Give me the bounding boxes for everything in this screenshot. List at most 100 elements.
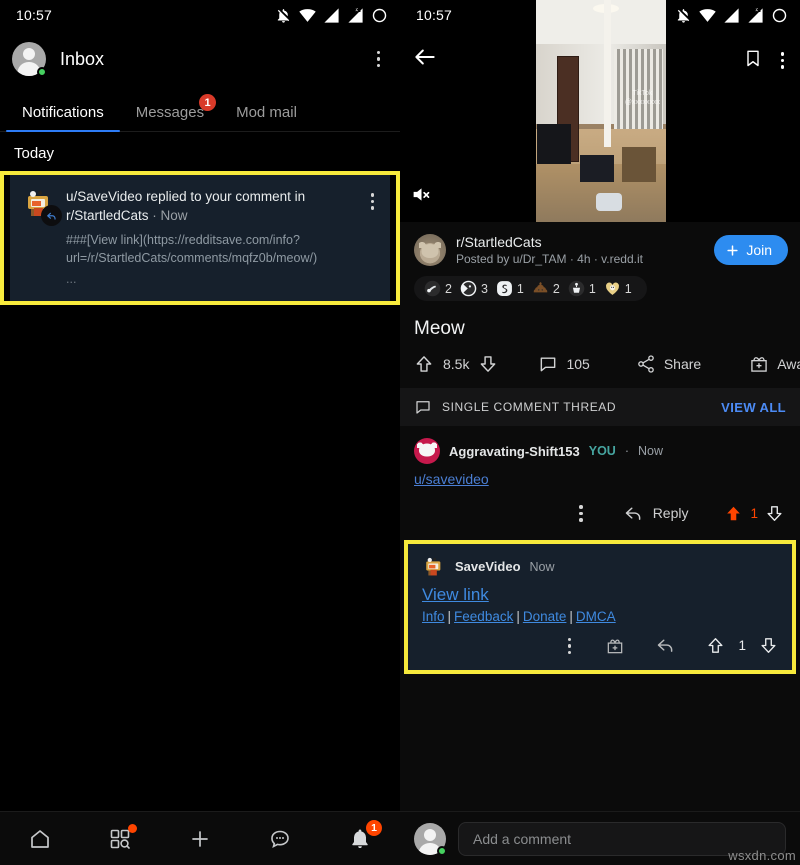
comment-bar-avatar[interactable] [414, 822, 447, 856]
discover-notification-dot [128, 823, 137, 833]
bot-reply-link-dmca[interactable]: DMCA [576, 609, 616, 624]
video-boxes [621, 146, 656, 183]
bot-reply-downvote-button[interactable] [759, 636, 778, 655]
online-status-dot [437, 845, 447, 856]
award-silver-count: 2 [445, 281, 452, 296]
post-header: r/StartledCats Posted by u/Dr_TAM · 4h ·… [400, 222, 800, 266]
user-comment-author[interactable]: Aggravating-Shift153 [449, 444, 580, 459]
inbox-header: Inbox [0, 30, 400, 88]
user-comment-text[interactable]: u/savevideo [414, 471, 489, 487]
subreddit-avatar[interactable] [414, 234, 446, 266]
link-separator-2: | [516, 608, 520, 624]
subreddit-name[interactable]: r/StartledCats [456, 234, 704, 250]
tab-notifications[interactable]: Notifications [6, 104, 120, 132]
notification-time: Now [160, 208, 188, 224]
video-staircase [613, 48, 663, 129]
bot-reply-reply-button[interactable] [655, 635, 676, 656]
award-helpful-count: 3 [480, 281, 488, 296]
kebab-icon [562, 632, 578, 661]
downvote-arrow-icon [481, 356, 496, 372]
user-comment-reply-button[interactable]: Reply [623, 503, 688, 524]
bot-reply-view-link[interactable]: View link [422, 585, 489, 605]
downvote-arrow-icon [767, 505, 782, 521]
bot-reply-award-button[interactable] [605, 636, 625, 656]
nav-notifications-button[interactable]: 1 [336, 819, 384, 859]
save-post-button[interactable] [737, 44, 769, 77]
nav-discover-button[interactable] [96, 819, 144, 859]
notification-title: u/SaveVideo replied to your comment in r… [66, 187, 355, 225]
user-comment-separator: · [624, 444, 630, 458]
bot-reply-upvote-button[interactable] [706, 636, 725, 655]
status-bar-right: 10:57 [400, 0, 800, 30]
user-comment-overflow-button[interactable] [573, 499, 589, 528]
post-overflow-menu-button[interactable] [775, 46, 791, 75]
bot-reply-link-info[interactable]: Info [422, 609, 445, 624]
user-comment-upvote-button[interactable] [724, 504, 743, 523]
signal-icon [324, 7, 339, 23]
downvote-button[interactable] [478, 354, 498, 374]
user-comment: Aggravating-Shift153 YOU · Now u/savevid… [400, 426, 800, 540]
tab-messages[interactable]: Messages 1 [120, 94, 220, 131]
status-bar: 10:57 [0, 0, 400, 30]
bot-reply-comment: SaveVideo Now View link Info | Feedback | Do… [408, 543, 792, 670]
award-bravo: 1 [568, 280, 596, 297]
bot-reply-link-donate[interactable]: Donate [523, 609, 567, 624]
award-poop-count: 2 [552, 281, 560, 296]
bot-reply-author[interactable]: SaveVideo [455, 559, 521, 574]
tab-notifications-label: Notifications [22, 104, 104, 121]
award-snek-icon [496, 281, 512, 296]
online-status-dot [37, 67, 47, 77]
notification-avatar [22, 187, 62, 226]
tiktok-watermark: TikTok @xxxxxxxx [625, 90, 660, 108]
post-share-label: Share [663, 356, 702, 372]
user-comment-downvote-button[interactable] [765, 504, 784, 523]
award-snek-count: 1 [516, 281, 524, 296]
inbox-overflow-menu-button[interactable] [371, 45, 387, 74]
upvote-arrow-filled-icon [727, 506, 741, 520]
battery-icon [372, 8, 387, 22]
tab-mod-mail[interactable]: Mod mail [220, 104, 313, 131]
nav-home-button[interactable] [16, 819, 64, 859]
bot-reply-header: SaveVideo Now [422, 555, 780, 579]
post-video-player[interactable]: TikTok @xxxxxxxx 10:57 [400, 0, 800, 222]
post-comments-button[interactable]: 105 [538, 354, 590, 374]
reply-badge [41, 205, 62, 226]
avatar[interactable] [12, 42, 47, 77]
create-post-icon [192, 830, 208, 847]
tiktok-watermark-label: TikTok [632, 90, 653, 97]
notification-overflow-menu-button[interactable] [365, 187, 381, 216]
link-separator-1: | [447, 608, 452, 624]
chat-icon [271, 830, 289, 848]
user-comment-avatar[interactable] [414, 438, 440, 464]
join-button[interactable]: Join [714, 235, 788, 265]
tab-messages-badge: 1 [199, 94, 217, 111]
kebab-icon [573, 499, 589, 528]
notifications-off-icon [277, 8, 290, 23]
awards-row[interactable]: 2 3 1 2 1 1 [414, 276, 647, 301]
post-award-button[interactable]: Award [749, 354, 800, 374]
gift-icon [751, 357, 767, 372]
notification-preview-text: ###[View link](https://redditsave.com/in… [66, 233, 318, 266]
upvote-button[interactable] [414, 354, 434, 374]
tab-messages-label: Messages [135, 104, 205, 121]
post-action-row: 8.5k 105 Share Award [400, 340, 800, 388]
notification-more-ellipsis: ... [66, 271, 77, 286]
bookmark-icon [746, 50, 759, 67]
view-all-link[interactable]: VIEW ALL [721, 400, 786, 415]
user-comment-vote-group: 1 [724, 504, 784, 523]
bot-reply-avatar[interactable] [422, 555, 446, 579]
nav-chat-button[interactable] [256, 819, 304, 859]
nav-create-button[interactable] [176, 819, 224, 859]
post-share-button[interactable]: Share [636, 354, 701, 374]
user-comment-header: Aggravating-Shift153 YOU · Now [414, 438, 786, 464]
inbox-tabs: Notifications Messages 1 Mod mail [0, 88, 400, 132]
bot-reply-time: Now [529, 559, 555, 574]
mute-toggle-button[interactable] [411, 184, 432, 210]
post-comment-count: 105 [566, 356, 590, 372]
back-button[interactable] [412, 44, 438, 75]
image-watermark: wsxdn.com [728, 848, 796, 863]
notification-item[interactable]: u/SaveVideo replied to your comment in r… [10, 175, 390, 301]
award-wholesome-count: 1 [624, 281, 632, 296]
bot-reply-link-feedback[interactable]: Feedback [454, 609, 513, 624]
bot-reply-overflow-button[interactable] [562, 632, 578, 661]
